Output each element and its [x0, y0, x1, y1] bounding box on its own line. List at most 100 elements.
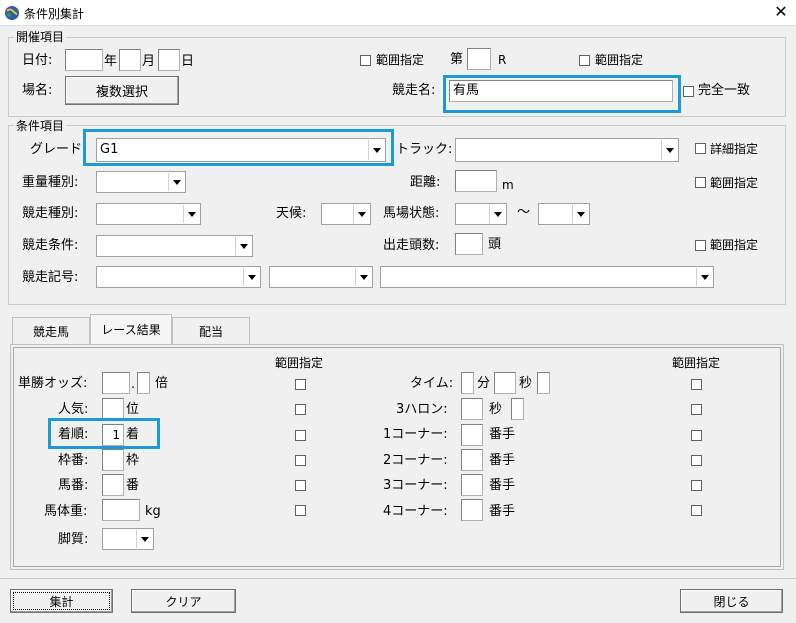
- finish-unit: 着: [126, 427, 140, 442]
- corner2-input[interactable]: [461, 449, 483, 471]
- chevron-down-icon: [661, 140, 677, 160]
- corner4-input[interactable]: [461, 499, 483, 521]
- distance-label: 距離:: [410, 175, 441, 190]
- race-symbol-label: 競走記号:: [22, 270, 79, 285]
- month-unit: 月: [142, 54, 156, 69]
- chevron-down-icon: [136, 530, 152, 548]
- race-cond-label: 競走条件:: [22, 238, 79, 253]
- date-range-label: 範囲指定: [376, 53, 425, 67]
- corner4-range-checkbox[interactable]: [691, 505, 702, 516]
- odds-dot: .: [131, 377, 136, 392]
- weight-range-checkbox[interactable]: [295, 505, 306, 516]
- chevron-down-icon: [489, 205, 505, 223]
- halon-dec-input[interactable]: [511, 398, 524, 420]
- race-unit: R: [498, 53, 507, 67]
- time-range-checkbox[interactable]: [691, 379, 702, 390]
- date-range-checkbox[interactable]: [360, 55, 371, 66]
- corner2-range-checkbox[interactable]: [691, 455, 702, 466]
- halon-range-checkbox[interactable]: [691, 404, 702, 415]
- time-sec-unit: 秒: [519, 376, 533, 391]
- weight-type-select[interactable]: [96, 171, 186, 193]
- aggregate-button[interactable]: 集計: [10, 589, 113, 613]
- odds-dec-input[interactable]: [137, 372, 150, 394]
- runners-range-checkbox[interactable]: [695, 240, 706, 251]
- track-select[interactable]: [455, 138, 679, 162]
- distance-range-checkbox[interactable]: [695, 177, 706, 188]
- race-symbol-select-2[interactable]: [269, 266, 373, 288]
- kyakushitsu-select[interactable]: [102, 528, 154, 550]
- time-min-input[interactable]: [461, 372, 474, 394]
- corner2-label: 2コーナー:: [383, 453, 448, 468]
- weather-select[interactable]: [321, 203, 371, 225]
- time-min-unit: 分: [477, 376, 491, 391]
- race-cond-select[interactable]: [96, 235, 253, 257]
- clear-button[interactable]: クリア: [131, 589, 236, 613]
- pop-range-checkbox[interactable]: [295, 404, 306, 415]
- corner1-input[interactable]: [461, 424, 483, 446]
- time-dec-input[interactable]: [537, 372, 550, 394]
- distance-input[interactable]: [455, 170, 497, 192]
- tab-horse[interactable]: 競走馬: [12, 317, 90, 344]
- dai-label: 第: [450, 52, 464, 67]
- detail-checkbox[interactable]: [695, 143, 706, 154]
- race-type-label: 競走種別:: [22, 206, 79, 221]
- tab-race-result[interactable]: レース結果: [90, 314, 172, 344]
- baba-from-select[interactable]: [455, 203, 507, 225]
- race-number-input[interactable]: [467, 48, 491, 70]
- corner1-range-checkbox[interactable]: [691, 430, 702, 441]
- umaban-range-checkbox[interactable]: [295, 480, 306, 491]
- corner3-range-checkbox[interactable]: [691, 480, 702, 491]
- month-input[interactable]: [119, 49, 141, 71]
- odds-int-input[interactable]: [102, 372, 130, 394]
- halon-input[interactable]: [461, 398, 483, 420]
- runners-label: 出走頭数:: [383, 238, 440, 253]
- app-globe-icon: [5, 6, 19, 20]
- corner4-unit: 番手: [489, 504, 516, 519]
- pop-input[interactable]: [102, 398, 124, 420]
- close-button[interactable]: 閉じる: [680, 589, 783, 613]
- race-range-checkbox[interactable]: [579, 55, 590, 66]
- weight-type-label: 重量種別:: [22, 175, 79, 190]
- finish-input[interactable]: 1: [102, 424, 124, 446]
- date-label: 日付:: [22, 53, 53, 68]
- race-symbol-select-1[interactable]: [96, 266, 261, 288]
- close-icon[interactable]: ✕: [770, 2, 792, 22]
- corner1-label: 1コーナー:: [383, 427, 448, 442]
- umaban-input[interactable]: [102, 474, 124, 496]
- corner3-unit: 番手: [489, 478, 516, 493]
- corner4-label: 4コーナー:: [383, 504, 448, 519]
- weight-unit: kg: [145, 504, 161, 519]
- runners-input[interactable]: [455, 233, 483, 255]
- weight-input[interactable]: [102, 499, 140, 521]
- grade-label: グレード: [30, 142, 83, 157]
- chevron-down-icon: [355, 268, 371, 286]
- chevron-down-icon: [696, 268, 712, 286]
- multi-select-button[interactable]: 複数選択: [65, 76, 179, 105]
- corner3-input[interactable]: [461, 474, 483, 496]
- distance-unit: m: [502, 178, 514, 192]
- joken-legend: 条件項目: [14, 119, 67, 133]
- day-input[interactable]: [158, 49, 180, 71]
- race-name-label: 競走名:: [392, 83, 436, 98]
- race-name-input[interactable]: 有馬: [449, 80, 673, 102]
- odds-label: 単勝オッズ:: [18, 376, 88, 391]
- year-input[interactable]: [65, 49, 103, 71]
- kyakushitsu-label: 脚質:: [58, 532, 89, 547]
- waku-input[interactable]: [102, 449, 124, 471]
- grade-value: G1: [100, 142, 119, 157]
- corner1-unit: 番手: [489, 427, 516, 442]
- corner2-unit: 番手: [489, 453, 516, 468]
- race-type-select[interactable]: [96, 203, 201, 225]
- race-symbol-select-3[interactable]: [380, 266, 714, 288]
- waku-range-checkbox[interactable]: [295, 455, 306, 466]
- day-unit: 日: [181, 54, 195, 69]
- grade-select[interactable]: G1: [96, 138, 386, 162]
- odds-unit: 倍: [155, 376, 169, 391]
- finish-range-checkbox[interactable]: [295, 430, 306, 441]
- baba-to-select[interactable]: [538, 203, 590, 225]
- time-sec-input[interactable]: [494, 372, 516, 394]
- odds-range-checkbox[interactable]: [295, 379, 306, 390]
- halon-sec-unit: 秒: [489, 402, 503, 417]
- tab-payout[interactable]: 配当: [172, 317, 250, 344]
- exact-match-checkbox[interactable]: [683, 86, 694, 97]
